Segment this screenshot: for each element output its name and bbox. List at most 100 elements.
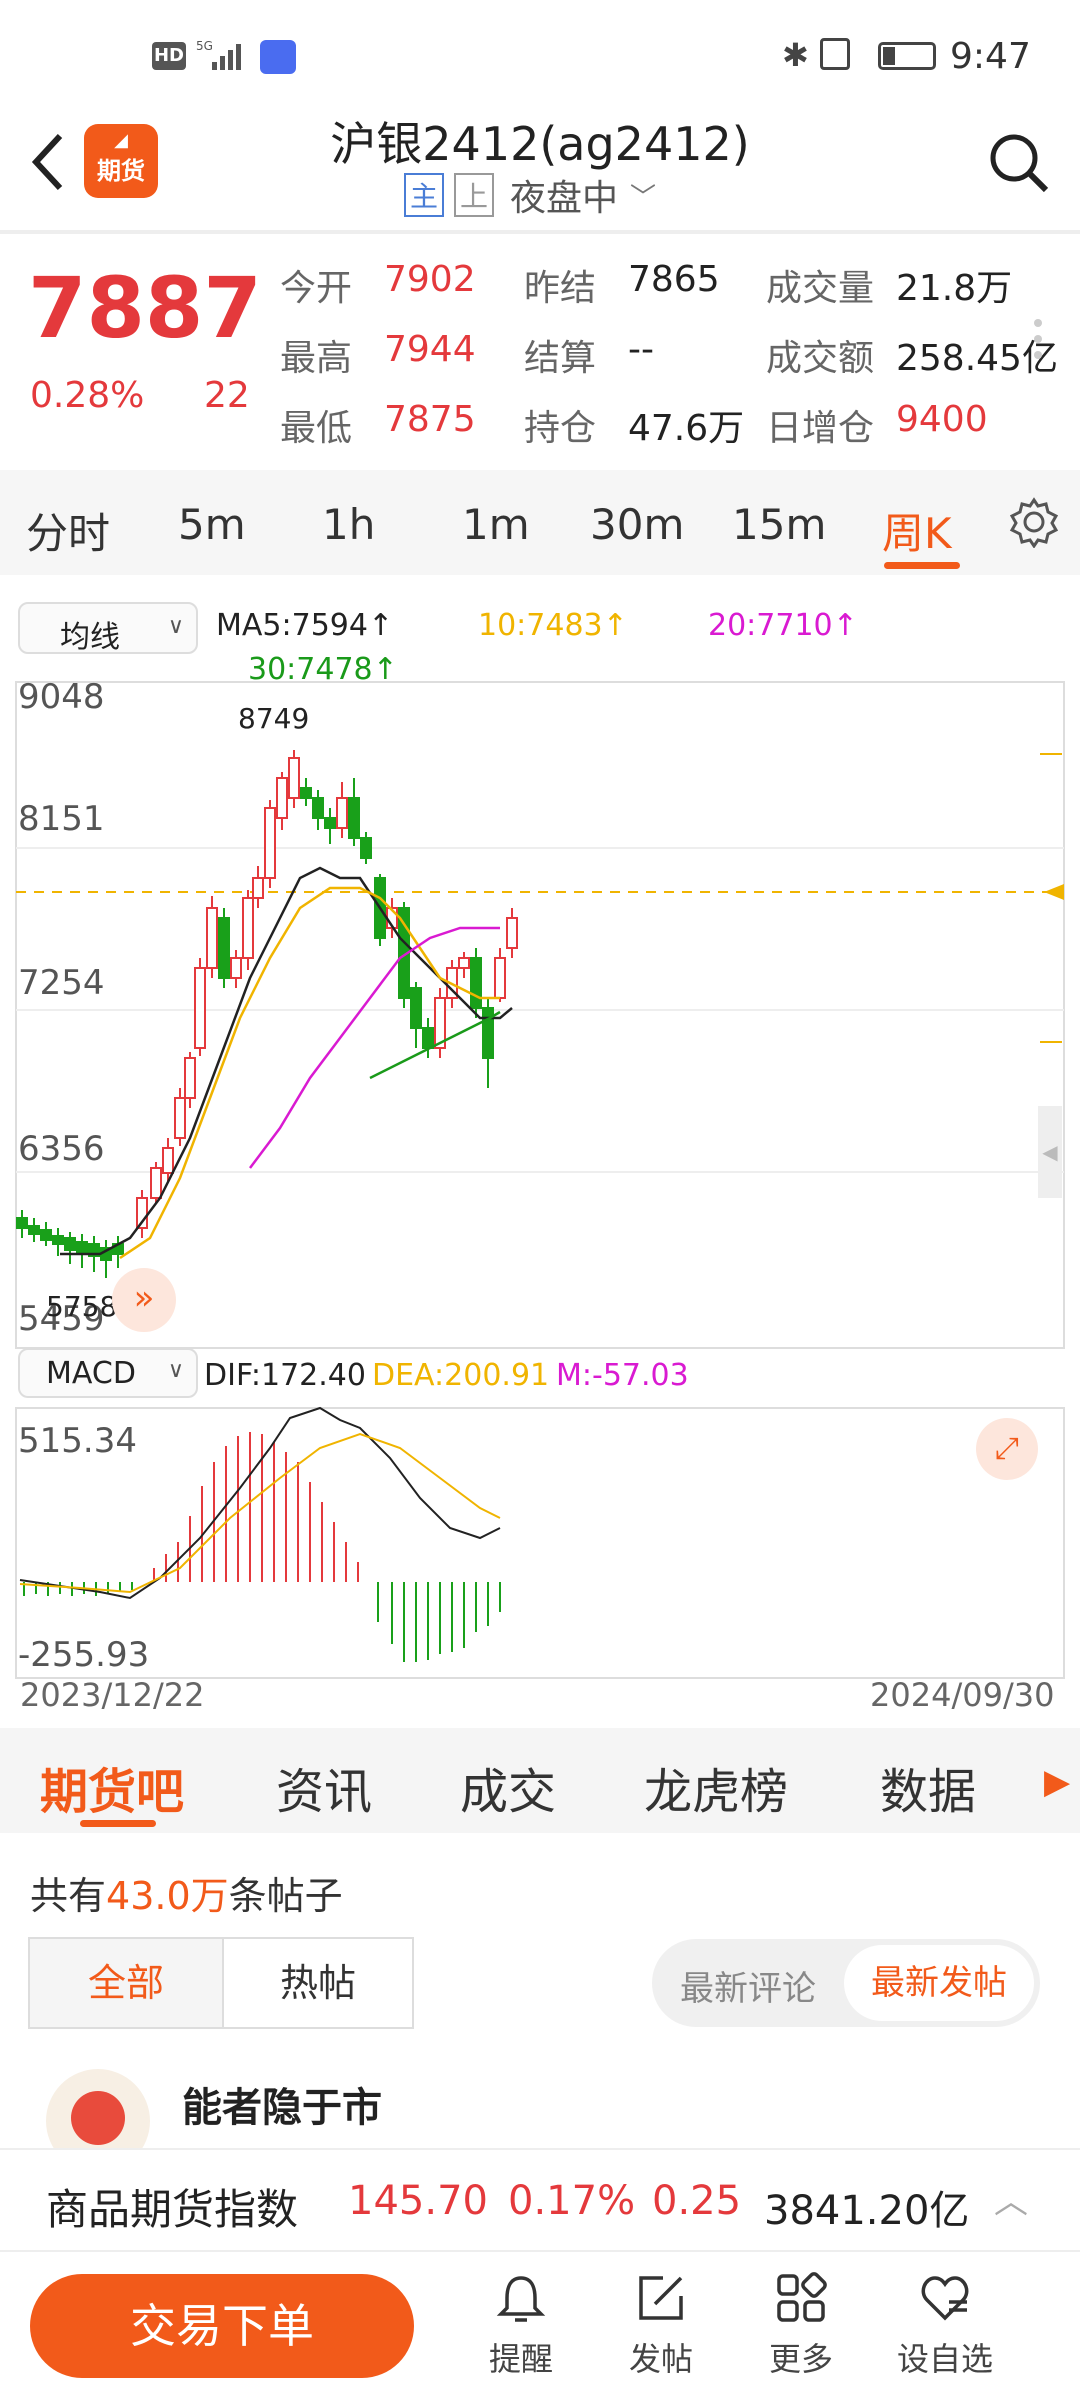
prev-settle-value: 7865	[628, 259, 720, 300]
filter-all-button[interactable]: 全部	[28, 1937, 224, 2029]
trade-button[interactable]: 交易下单	[30, 2274, 414, 2378]
collapse-panel-handle[interactable]: ◀	[1038, 1106, 1062, 1198]
macd-dif-label: DIF:172.40	[204, 1358, 366, 1393]
settle-label: 结算	[524, 338, 597, 379]
kline-chart[interactable]: 9048815172546356545987495758515.34-255.9…	[0, 578, 1080, 1728]
remind-button[interactable]: 提醒	[466, 2272, 576, 2380]
period-tab[interactable]: 1h	[322, 500, 375, 549]
period-tab[interactable]: 1m	[462, 500, 530, 549]
content-tab[interactable]: 龙虎榜	[644, 1752, 788, 1822]
content-tab[interactable]: 期货吧	[40, 1752, 184, 1822]
more-dots-icon[interactable]	[1034, 319, 1044, 359]
svg-text:5G: 5G	[196, 39, 213, 53]
candle-body	[336, 797, 348, 829]
content-tab[interactable]: 数据	[880, 1752, 976, 1822]
candle-body	[184, 1057, 196, 1099]
index-pct: 0.17%	[508, 2178, 636, 2224]
chevron-up-icon[interactable]: ︿	[994, 2174, 1028, 2223]
chevron-down-icon: ∨	[167, 1358, 184, 1383]
period-tab[interactable]: 30m	[590, 500, 684, 549]
volume-label: 成交量	[766, 268, 875, 309]
low-label: 最低	[280, 408, 353, 449]
candle-body	[288, 757, 300, 799]
current-price-marker	[1044, 884, 1064, 900]
tag-up: 上	[454, 173, 495, 217]
macd-bottom-label: -255.93	[18, 1635, 149, 1675]
last-price: 7887	[28, 259, 262, 357]
session-label: 夜盘中	[510, 178, 619, 219]
index-bar[interactable]: 商品期货指数 145.70 0.17% 0.25 3841.20亿 ︿	[0, 2148, 1080, 2248]
post-author[interactable]: 能者隐于市	[182, 2075, 382, 2133]
post-button[interactable]: 发帖	[606, 2272, 716, 2380]
candle-body	[264, 807, 276, 879]
high-label: 最高	[280, 338, 353, 379]
volume-value: 21.8万	[896, 268, 1013, 309]
candle-body	[252, 877, 264, 899]
content-tab[interactable]: 资讯	[276, 1752, 372, 1822]
add-watchlist-button[interactable]: 设自选	[890, 2272, 1000, 2380]
period-tabs: 分时 5m 1h 1m 30m 15m 周K	[0, 470, 1080, 575]
header: ◢ 期货 沪银2412(ag2412) 主 上 夜盘中 ﹀	[0, 100, 1080, 230]
page-title: 沪银2412(ag2412)	[330, 117, 750, 171]
candle-body	[150, 1167, 162, 1199]
candle-body	[458, 957, 470, 969]
candle-body	[360, 837, 372, 859]
sort-toggle: 最新评论 最新发帖	[652, 1939, 1040, 2027]
edit-icon	[639, 2276, 683, 2320]
heart-icon	[921, 2276, 969, 2321]
kline-frame	[15, 681, 1065, 1349]
bottom-bar: 交易下单 提醒 发帖 更多 设自选	[0, 2250, 1080, 2400]
content-tab[interactable]: 成交	[460, 1752, 556, 1822]
candle-body	[482, 1007, 494, 1059]
open-interest-label: 持仓	[524, 408, 597, 449]
search-icon[interactable]	[988, 132, 1050, 194]
status-bar: HD 5G ✱ 9:47	[0, 0, 1080, 100]
candle-body	[348, 797, 360, 839]
candle-body	[494, 957, 506, 999]
bell-icon	[496, 2276, 546, 2322]
macd-selector[interactable]: MACD ∨	[18, 1348, 198, 1398]
change-value: 22	[204, 375, 250, 416]
grid-icon	[777, 2272, 827, 2322]
candle-body	[40, 1229, 52, 1241]
post-count: 共有43.0万条帖子	[30, 1874, 343, 1918]
tabs-more-arrow-icon[interactable]: ▶	[1044, 1762, 1070, 1802]
macd-m-label: M:-57.03	[556, 1358, 689, 1393]
candle-body	[16, 1217, 28, 1229]
ma5-line	[60, 866, 513, 1256]
oi-change-label: 日增仓	[766, 408, 875, 449]
open-interest-value: 47.6万	[628, 408, 745, 449]
index-value: 145.70	[348, 2178, 488, 2224]
period-tab[interactable]: 15m	[732, 500, 826, 549]
settings-gear-icon[interactable]	[1008, 496, 1060, 549]
price-axis-label: 9048	[18, 677, 105, 717]
price-axis-label: 6356	[18, 1129, 105, 1169]
period-tab[interactable]: 5m	[178, 500, 246, 549]
tag-main: 主	[404, 173, 445, 217]
price-axis-label: 8151	[18, 799, 105, 839]
sort-latest-comment[interactable]: 最新评论	[680, 1961, 816, 2010]
more-button[interactable]: 更多	[746, 2272, 856, 2380]
index-amount: 3841.20亿	[764, 2188, 970, 2234]
candle-body	[242, 897, 254, 959]
session-selector[interactable]: 主 上 夜盘中 ﹀	[404, 172, 656, 219]
turnover-label: 成交额	[766, 338, 875, 379]
scroll-forward-icon[interactable]: »	[112, 1268, 176, 1332]
bluetooth-icon: ✱	[782, 36, 809, 74]
expand-icon[interactable]: ⤢	[976, 1418, 1038, 1480]
candle-body	[324, 817, 336, 829]
candle-body	[64, 1237, 76, 1251]
period-tab[interactable]: 周K	[882, 500, 952, 561]
hd-icon: HD	[152, 42, 186, 70]
candle-body	[276, 777, 288, 819]
posts-section: 共有43.0万条帖子 全部 热帖 最新评论 最新发帖 能者隐于市	[0, 1835, 1080, 2173]
candle-body	[162, 1147, 174, 1174]
sort-latest-post[interactable]: 最新发帖	[844, 1945, 1034, 2021]
filter-hot-button[interactable]: 热帖	[222, 1937, 414, 2029]
prev-settle-label: 昨结	[524, 268, 597, 309]
content-tabs: 期货吧 资讯 成交 龙虎榜 数据 ▶	[0, 1728, 1080, 1833]
period-tab[interactable]: 分时	[26, 500, 110, 561]
status-time: 9:47	[950, 36, 1031, 77]
candle-body	[410, 987, 422, 1029]
index-change: 0.25	[652, 2178, 742, 2224]
